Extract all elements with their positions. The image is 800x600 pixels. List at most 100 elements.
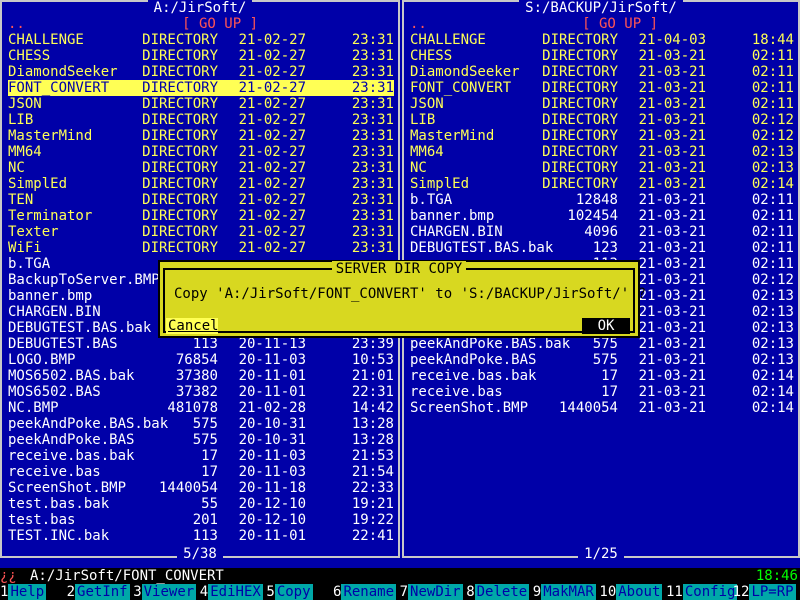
cancel-button[interactable]: Cancel — [166, 318, 219, 334]
list-item[interactable]: TEST.INC.bak 113 20-11-01 22:41 — [8, 528, 394, 544]
file-time: 14:42 — [351, 400, 394, 416]
right-file-list[interactable]: .. [ GO UP ] CHALLENGE DIRECTORY 21-04-03 18:… — [410, 16, 794, 416]
list-item[interactable]: ScreenShot.BMP 1440054 21-03-21 02:14 — [410, 400, 794, 416]
list-item[interactable]: DEBUGTEST.BAS 113 20-11-13 23:39 — [8, 336, 394, 352]
list-item[interactable]: CHARGEN.BIN 4096 21-03-21 02:11 — [410, 224, 794, 240]
list-item[interactable]: peekAndPoke.BAS.bak 575 20-10-31 13:28 — [8, 416, 394, 432]
list-item[interactable]: LOGO.BMP 76854 20-11-03 10:53 — [8, 352, 394, 368]
fkey-delete[interactable]: 8 Delete — [466, 584, 532, 600]
fkey-rename[interactable]: 6 Rename — [333, 584, 399, 600]
list-item[interactable]: CHESS DIRECTORY 21-03-21 02:11 — [410, 48, 794, 64]
list-item[interactable]: ScreenShot.BMP 1440054 20-11-18 22:33 — [8, 480, 394, 496]
list-item[interactable]: receive.bas.bak 17 21-03-21 02:14 — [410, 368, 794, 384]
list-item[interactable]: MM64 DIRECTORY 21-03-21 02:13 — [410, 144, 794, 160]
file-name: FONT_CONVERT — [8, 80, 110, 96]
list-item[interactable]: NC.BMP 481078 21-02-28 14:42 — [8, 400, 394, 416]
fkey-newdir[interactable]: 7 NewDir — [400, 584, 466, 600]
list-item[interactable]: TEN DIRECTORY 21-02-27 23:31 — [8, 192, 394, 208]
list-item[interactable]: NC DIRECTORY 21-02-27 23:31 — [8, 160, 394, 176]
fkey-getinf[interactable]: 2 GetInf — [67, 584, 133, 600]
file-date: 21-02-27 — [238, 96, 306, 112]
file-date: 20-11-18 — [238, 480, 306, 496]
file-date: 21-02-27 — [238, 144, 306, 160]
list-item[interactable]: LIB DIRECTORY 21-02-27 23:31 — [8, 112, 394, 128]
list-item[interactable]: DiamondSeeker DIRECTORY 21-02-27 23:31 — [8, 64, 394, 80]
list-item[interactable]: JSON DIRECTORY 21-02-27 23:31 — [8, 96, 394, 112]
list-item[interactable]: peekAndPoke.BAS 575 20-10-31 13:28 — [8, 432, 394, 448]
file-size: DIRECTORY — [142, 96, 218, 112]
file-name: b.TGA — [410, 192, 453, 208]
file-size: 575 — [192, 416, 218, 432]
file-date: 20-10-31 — [238, 432, 306, 448]
file-date: 21-02-27 — [238, 240, 306, 256]
list-item[interactable]: LIB DIRECTORY 21-03-21 02:12 — [410, 112, 794, 128]
list-item[interactable]: MOS6502.BAS.bak 37380 20-11-01 21:01 — [8, 368, 394, 384]
fkey-label: Help — [8, 584, 47, 600]
list-item[interactable]: Terminator DIRECTORY 21-02-27 23:31 — [8, 208, 394, 224]
file-name: CHALLENGE — [8, 32, 84, 48]
file-name: test.bas.bak — [8, 496, 110, 512]
file-name: CHARGEN.BIN — [8, 304, 101, 320]
list-item[interactable]: receive.bas.bak 17 20-11-03 21:53 — [8, 448, 394, 464]
fkey-edihex[interactable]: 4 EdiHEX — [200, 584, 266, 600]
file-time: 22:41 — [351, 528, 394, 544]
fkey-viewer[interactable]: 3 Viewer — [133, 584, 199, 600]
list-item[interactable]: SimplEd DIRECTORY 21-03-21 02:14 — [410, 176, 794, 192]
fkey-lp-rp[interactable]: 12 LP=RP — [733, 584, 799, 600]
file-name: DEBUGTEST.BAS.bak — [8, 320, 152, 336]
list-item[interactable]: MM64 DIRECTORY 21-02-27 23:31 — [8, 144, 394, 160]
list-item[interactable]: test.bas 201 20-12-10 19:22 — [8, 512, 394, 528]
file-size: DIRECTORY — [542, 64, 618, 80]
list-item[interactable]: DiamondSeeker DIRECTORY 21-03-21 02:11 — [410, 64, 794, 80]
list-item[interactable]: peekAndPoke.BAS 575 21-03-21 02:13 — [410, 352, 794, 368]
list-item[interactable]: WiFi DIRECTORY 21-02-27 23:31 — [8, 240, 394, 256]
file-date: 21-03-21 — [638, 336, 706, 352]
ok-button[interactable]: OK — [582, 318, 630, 334]
left_panel-go-up-row[interactable]: .. [ GO UP ] — [8, 16, 394, 32]
file-time: 22:31 — [351, 384, 394, 400]
file-size: DIRECTORY — [142, 112, 218, 128]
file-size: 1440054 — [158, 480, 218, 496]
fkey-makmar[interactable]: 9 MakMAR — [533, 584, 599, 600]
file-name: test.bas — [8, 512, 76, 528]
list-item[interactable]: MOS6502.BAS 37382 20-11-01 22:31 — [8, 384, 394, 400]
fkey-number: 3 — [133, 584, 142, 600]
fkey-about[interactable]: 10 About — [599, 584, 665, 600]
list-item[interactable]: receive.bas 17 20-11-03 21:54 — [8, 464, 394, 480]
list-item[interactable]: CHALLENGE DIRECTORY 21-04-03 18:44 — [410, 32, 794, 48]
fkey-copy[interactable]: 5 Copy — [266, 584, 332, 600]
list-item[interactable]: test.bas.bak 55 20-12-10 19:21 — [8, 496, 394, 512]
file-date: 21-02-27 — [238, 128, 306, 144]
list-item[interactable]: b.TGA 12848 21-03-21 02:11 — [410, 192, 794, 208]
file-date: 20-11-03 — [238, 352, 306, 368]
file-time: 02:11 — [751, 64, 794, 80]
file-time: 22:33 — [351, 480, 394, 496]
right_panel-go-up-row[interactable]: .. [ GO UP ] — [410, 16, 794, 32]
file-name: DEBUGTEST.BAS.bak — [410, 240, 554, 256]
list-item[interactable]: CHESS DIRECTORY 21-02-27 23:31 — [8, 48, 394, 64]
file-date: 21-02-27 — [238, 32, 306, 48]
list-item[interactable]: peekAndPoke.BAS.bak 575 21-03-21 02:13 — [410, 336, 794, 352]
fkey-help[interactable]: 1 Help — [0, 584, 66, 600]
list-item[interactable]: SimplEd DIRECTORY 21-02-27 23:31 — [8, 176, 394, 192]
list-item[interactable]: DEBUGTEST.BAS.bak 123 21-03-21 02:11 — [410, 240, 794, 256]
list-item[interactable]: MasterMind DIRECTORY 21-02-27 23:31 — [8, 128, 394, 144]
list-item[interactable]: MasterMind DIRECTORY 21-03-21 02:12 — [410, 128, 794, 144]
fkey-number: 8 — [466, 584, 475, 600]
list-item[interactable]: banner.bmp 102454 21-03-21 02:11 — [410, 208, 794, 224]
list-item[interactable]: Texter DIRECTORY 21-02-27 23:31 — [8, 224, 394, 240]
file-name: NC — [410, 160, 427, 176]
fkey-config[interactable]: 11 Config — [666, 584, 738, 600]
list-item[interactable]: FONT_CONVERT DIRECTORY 21-02-27 23:31 — [8, 80, 394, 96]
file-size: 17 — [201, 448, 218, 464]
file-size: 17 — [601, 368, 618, 384]
list-item[interactable]: NC DIRECTORY 21-03-21 02:13 — [410, 160, 794, 176]
file-name: FONT_CONVERT — [410, 80, 512, 96]
file-size: 37380 — [175, 368, 218, 384]
file-size: DIRECTORY — [542, 160, 618, 176]
list-item[interactable]: CHALLENGE DIRECTORY 21-02-27 23:31 — [8, 32, 394, 48]
list-item[interactable]: receive.bas 17 21-03-21 02:14 — [410, 384, 794, 400]
file-name: peekAndPoke.BAS — [8, 432, 135, 448]
list-item[interactable]: FONT_CONVERT DIRECTORY 21-03-21 02:11 — [410, 80, 794, 96]
list-item[interactable]: JSON DIRECTORY 21-03-21 02:11 — [410, 96, 794, 112]
